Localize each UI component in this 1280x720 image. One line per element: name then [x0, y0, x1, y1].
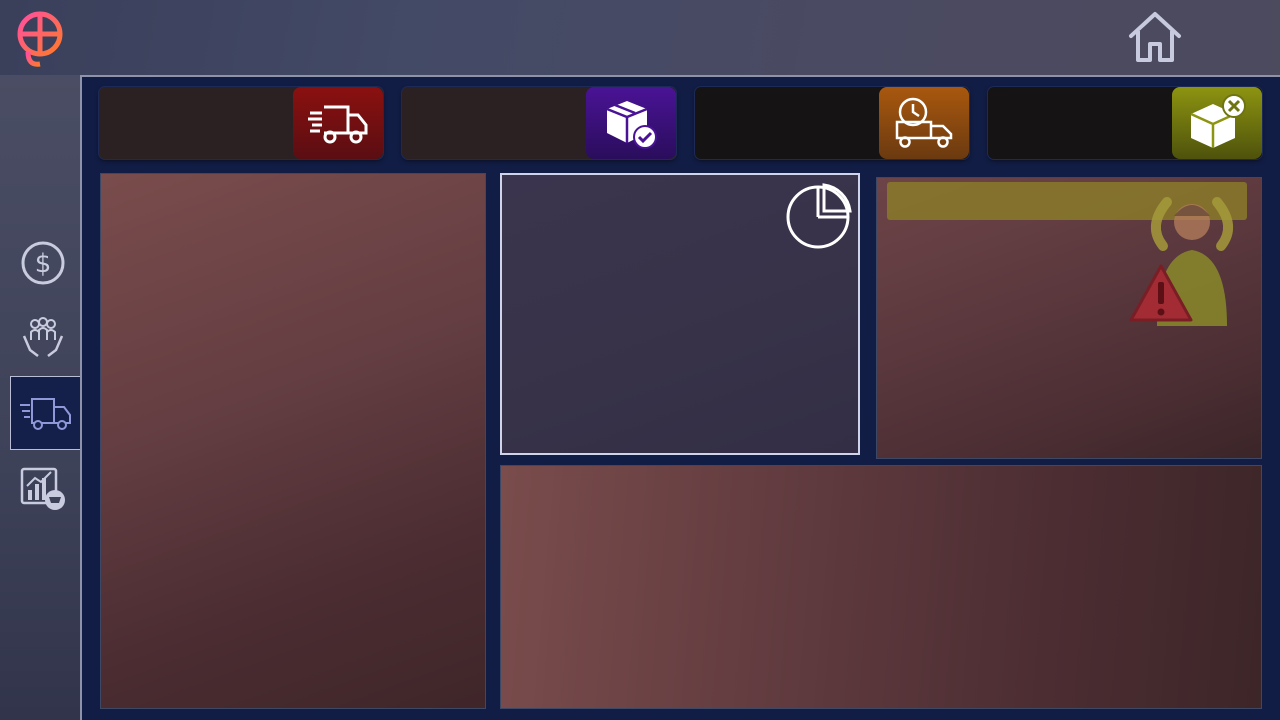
sidebar-item-sales-analytics[interactable] — [8, 453, 78, 523]
package-check-icon — [586, 87, 676, 159]
sidebar: $ — [0, 75, 81, 720]
chart-cart-icon — [20, 467, 65, 510]
delivery-truck-icon — [20, 398, 71, 430]
timer-truck-icon — [879, 87, 969, 159]
svg-text:$: $ — [35, 249, 52, 279]
brand-logo-icon[interactable] — [14, 8, 68, 70]
warning-triangle-icon — [1127, 262, 1195, 329]
sidebar-item-customers[interactable] — [8, 302, 78, 372]
alert-panel — [876, 177, 1262, 459]
main-content — [80, 75, 1280, 720]
people-in-hands-icon — [22, 317, 64, 357]
top-bar — [0, 0, 1280, 75]
kpi-card-delivered[interactable] — [402, 87, 676, 159]
sidebar-item-finance[interactable]: $ — [8, 228, 78, 298]
left-panel — [100, 173, 486, 709]
dollar-circle-icon: $ — [21, 241, 65, 285]
kpi-card-cancelled[interactable] — [988, 87, 1262, 159]
center-panel — [500, 173, 860, 455]
fast-delivery-truck-icon — [293, 87, 383, 159]
sidebar-item-delivery[interactable] — [10, 376, 81, 450]
kpi-card-in-delivery[interactable] — [99, 87, 383, 159]
bottom-panel — [500, 465, 1262, 709]
kpi-card-delayed[interactable] — [695, 87, 969, 159]
pie-chart-icon — [784, 181, 854, 256]
package-cancel-icon — [1172, 87, 1262, 159]
home-icon[interactable] — [1126, 10, 1184, 64]
